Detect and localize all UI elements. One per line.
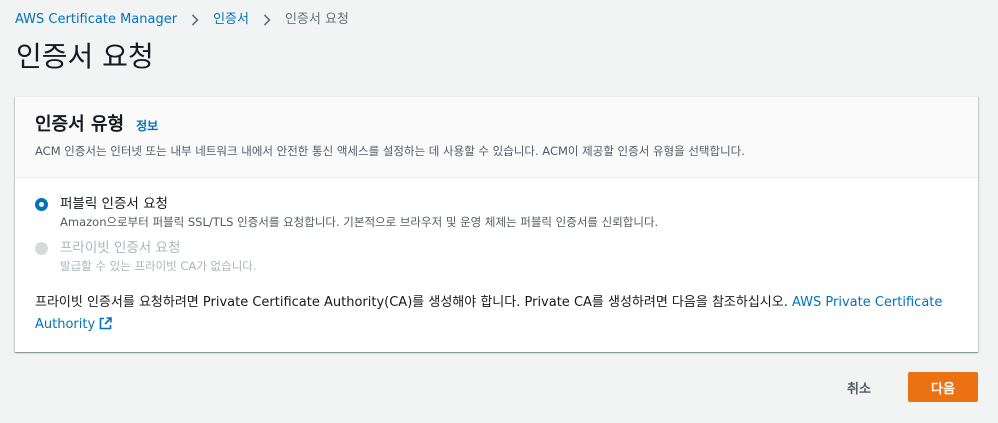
card-header: 인증서 유형 정보 ACM 인증서는 인터넷 또는 내부 네트워크 내에서 안전…	[15, 97, 978, 178]
next-button[interactable]: 다음	[908, 372, 978, 402]
card-title-row: 인증서 유형 정보	[35, 113, 158, 137]
radio-text-public: 퍼블릭 인증서 요청 Amazon으로부터 퍼블릭 SSL/TLS 인증서를 요…	[60, 195, 658, 231]
breadcrumb: AWS Certificate Manager 인증서 인증서 요청	[15, 11, 349, 29]
info-link[interactable]: 정보	[136, 117, 158, 134]
certificate-type-card: 인증서 유형 정보 ACM 인증서는 인터넷 또는 내부 네트워크 내에서 안전…	[15, 96, 978, 352]
breadcrumb-item-current: 인증서 요청	[284, 12, 349, 27]
chevron-right-icon	[249, 11, 285, 29]
card-description: ACM 인증서는 인터넷 또는 내부 네트워크 내에서 안전한 통신 액세스를 …	[35, 144, 745, 158]
chevron-right-icon	[177, 11, 213, 29]
cancel-button[interactable]: 취소	[829, 372, 889, 402]
radio-option-private: 프라이빗 인증서 요청 발급할 수 있는 프라이빗 CA가 없습니다.	[35, 239, 257, 275]
page-title: 인증서 요청	[16, 40, 154, 73]
radio-option-public[interactable]: 퍼블릭 인증서 요청 Amazon으로부터 퍼블릭 SSL/TLS 인증서를 요…	[35, 195, 658, 231]
radio-label-private: 프라이빗 인증서 요청	[60, 240, 181, 256]
private-ca-note: 프라이빗 인증서를 요청하려면 Private Certificate Auth…	[35, 292, 955, 338]
radio-text-private: 프라이빗 인증서 요청 발급할 수 있는 프라이빗 CA가 없습니다.	[60, 239, 257, 275]
card-title: 인증서 유형	[35, 114, 125, 135]
breadcrumb-item-acm[interactable]: AWS Certificate Manager	[15, 11, 177, 29]
external-link-icon	[99, 316, 112, 338]
breadcrumb-item-certificates[interactable]: 인증서	[213, 11, 249, 29]
radio-button-public[interactable]	[35, 198, 48, 211]
radio-description-private: 발급할 수 있는 프라이빗 CA가 없습니다.	[60, 259, 257, 273]
radio-button-private	[35, 242, 48, 255]
private-ca-note-text: 프라이빗 인증서를 요청하려면 Private Certificate Auth…	[35, 295, 792, 310]
radio-label-public[interactable]: 퍼블릭 인증서 요청	[60, 195, 658, 214]
radio-description-public: Amazon으로부터 퍼블릭 SSL/TLS 인증서를 요청합니다. 기본적으로…	[60, 215, 659, 229]
